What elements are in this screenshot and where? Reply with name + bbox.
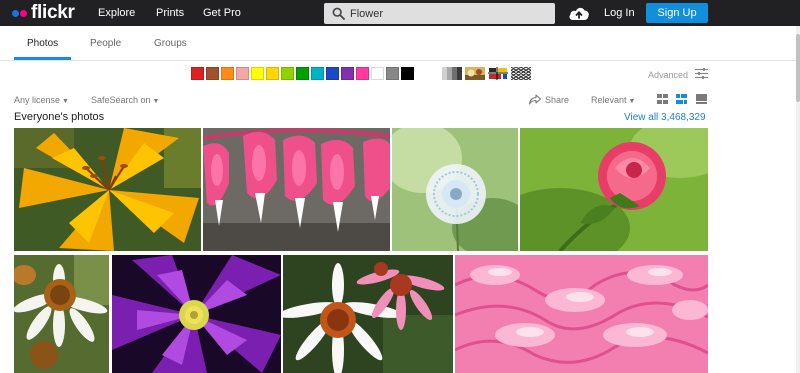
color-swatch-5[interactable] — [251, 67, 264, 80]
photo-purple-cosmos[interactable] — [112, 255, 281, 373]
upload-cloud-icon[interactable] — [568, 5, 590, 21]
color-swatch-15[interactable] — [401, 67, 414, 80]
color-swatch-14[interactable] — [386, 67, 399, 80]
color-swatch-6[interactable] — [266, 67, 279, 80]
share-icon[interactable] — [529, 94, 541, 105]
color-swatch-3[interactable] — [221, 67, 234, 80]
search-input[interactable] — [350, 5, 550, 22]
advanced-search-link[interactable]: Advanced — [648, 70, 688, 80]
logo-text: flickr — [31, 2, 75, 23]
tab-people[interactable]: People — [90, 38, 121, 49]
signup-button[interactable]: Sign Up — [646, 3, 708, 23]
search-type-tabs: Photos People Groups — [0, 26, 796, 61]
tab-groups[interactable]: Groups — [154, 38, 187, 49]
color-swatch-4[interactable] — [236, 67, 249, 80]
nav-prints[interactable]: Prints — [156, 7, 184, 19]
color-swatch-2[interactable] — [206, 67, 219, 80]
photo-white-coneflower[interactable] — [14, 255, 109, 373]
shallow-depth-of-field-filter-icon[interactable] — [465, 67, 485, 80]
login-link[interactable]: Log In — [604, 7, 635, 19]
black-and-white-filter-icon[interactable] — [442, 67, 462, 80]
sort-dropdown[interactable]: Relevant ▼ — [591, 95, 635, 105]
nav-explore[interactable]: Explore — [98, 7, 135, 19]
color-swatch-9[interactable] — [311, 67, 324, 80]
tab-photos[interactable]: Photos — [27, 38, 58, 49]
color-swatch-13[interactable] — [371, 67, 384, 80]
chevron-down-icon: ▼ — [62, 98, 69, 105]
minimalist-filter-icon[interactable] — [488, 67, 508, 80]
top-navigation-bar: flickr Explore Prints Get Pro Log In Sig… — [0, 0, 800, 26]
color-swatch-12[interactable] — [356, 67, 369, 80]
patterns-filter-icon[interactable] — [511, 67, 531, 80]
photo-pink-coneflowers[interactable] — [283, 255, 453, 373]
photo-pink-dahlia[interactable] — [455, 255, 708, 373]
color-swatch-7[interactable] — [281, 67, 294, 80]
license-dropdown[interactable]: Any license ▼ — [14, 95, 69, 105]
chevron-down-icon: ▼ — [628, 98, 636, 105]
share-button[interactable]: Share — [545, 95, 569, 105]
sort-label: Relevant — [591, 95, 627, 105]
search-box — [324, 3, 555, 24]
color-swatch-11[interactable] — [341, 67, 354, 80]
justified-view-icon[interactable] — [676, 94, 687, 104]
search-icon[interactable] — [332, 7, 345, 20]
photo-pink-rose[interactable] — [520, 128, 708, 251]
flickr-logo[interactable]: flickr — [12, 3, 75, 23]
color-swatch-10[interactable] — [326, 67, 339, 80]
active-tab-indicator — [14, 57, 71, 60]
safesearch-label: SafeSearch on — [91, 95, 151, 105]
grid-view-icon[interactable] — [657, 94, 668, 104]
color-filter-swatches — [191, 67, 416, 80]
logo-blue-dot — [12, 9, 19, 17]
photo-dandelion[interactable] — [392, 128, 518, 251]
advanced-settings-sliders-icon[interactable] — [695, 68, 708, 79]
photo-yellow-lily[interactable] — [14, 128, 201, 251]
color-swatch-1[interactable] — [191, 67, 204, 80]
safesearch-dropdown[interactable]: SafeSearch on ▼ — [91, 95, 159, 105]
results-heading: Everyone's photos — [14, 111, 105, 123]
logo-pink-dot — [20, 9, 27, 17]
license-label: Any license — [14, 95, 61, 105]
nav-get-pro[interactable]: Get Pro — [203, 7, 241, 19]
color-swatch-8[interactable] — [296, 67, 309, 80]
chevron-down-icon: ▼ — [152, 98, 160, 105]
page-scrollbar-thumb[interactable] — [796, 34, 800, 102]
photo-bleeding-hearts[interactable] — [203, 128, 390, 251]
large-view-icon[interactable] — [696, 94, 707, 104]
view-all-link[interactable]: View all 3,468,329 — [624, 112, 706, 123]
